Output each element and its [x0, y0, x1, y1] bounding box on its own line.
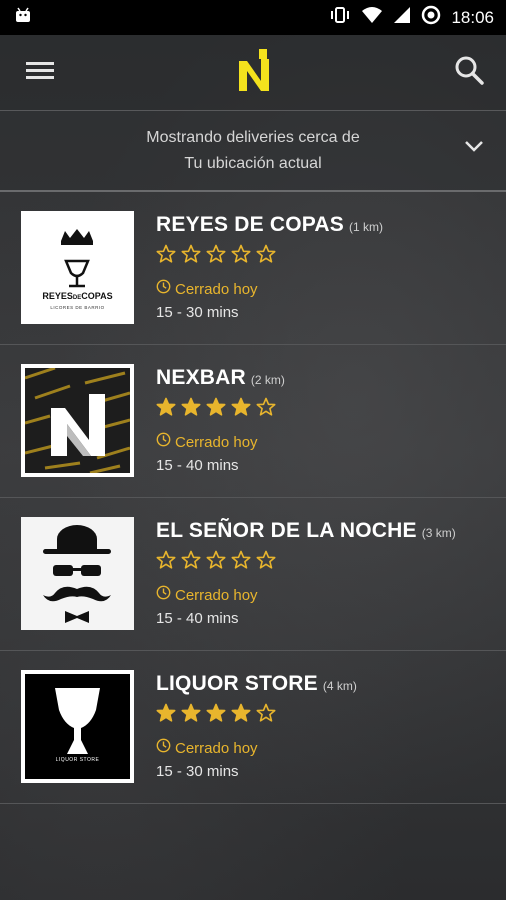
- store-distance: (3 km): [421, 526, 456, 540]
- star-empty-icon: [206, 550, 226, 570]
- star-filled-icon: [206, 397, 226, 417]
- store-name[interactable]: EL SEÑOR DE LA NOCHE: [156, 519, 417, 543]
- star-empty-icon: [181, 550, 201, 570]
- rating-stars: [156, 550, 456, 570]
- reyes-logo-text: REYESDECOPAS: [42, 291, 113, 301]
- star-empty-icon: [256, 397, 276, 417]
- star-empty-icon: [256, 550, 276, 570]
- location-value: Tu ubicación actual: [184, 154, 322, 172]
- store-status: Cerrado hoy: [175, 739, 258, 757]
- store-status: Cerrado hoy: [175, 586, 258, 604]
- store-hours: Cerrado hoy: [156, 279, 383, 299]
- star-empty-icon: [231, 550, 251, 570]
- clock-icon: [156, 279, 171, 299]
- rating-stars: [156, 703, 357, 723]
- store-info: EL SEÑOR DE LA NOCHE (3 km) Cerrado hoy …: [156, 519, 456, 627]
- star-filled-icon: [231, 703, 251, 723]
- star-empty-icon: [156, 244, 176, 264]
- store-info: LIQUOR STORE (4 km) Cerrado hoy 15 - 30 …: [156, 672, 357, 780]
- store-hours: Cerrado hoy: [156, 738, 357, 758]
- clock-icon: [156, 585, 171, 605]
- star-empty-icon: [231, 244, 251, 264]
- star-empty-icon: [256, 244, 276, 264]
- store-info: REYES DE COPAS (1 km) Cerrado hoy 15 - 3…: [156, 213, 383, 321]
- star-filled-icon: [206, 703, 226, 723]
- search-icon[interactable]: [454, 55, 484, 90]
- store-logo-liquor-store: LIQUOR STORE: [21, 670, 134, 783]
- wifi-icon: [361, 6, 383, 29]
- star-filled-icon: [181, 703, 201, 723]
- liquor-logo-subtitle: LIQUOR STORE: [55, 757, 100, 763]
- hamburger-menu-icon[interactable]: [26, 59, 54, 86]
- status-time: 18:06: [451, 7, 494, 27]
- star-empty-icon: [206, 244, 226, 264]
- star-filled-icon: [156, 703, 176, 723]
- store-item[interactable]: LIQUOR STORE LIQUOR STORE (4 km) Cerrado…: [0, 651, 506, 804]
- store-status: Cerrado hoy: [175, 280, 258, 298]
- chevron-down-icon[interactable]: [464, 139, 484, 158]
- store-distance: (2 km): [250, 373, 285, 387]
- delivery-time: 15 - 30 mins: [156, 763, 239, 780]
- store-item[interactable]: EL SEÑOR DE LA NOCHE (3 km) Cerrado hoy …: [0, 498, 506, 651]
- reyes-logo-subtitle: LICORES DE BARRIO: [50, 305, 105, 310]
- sync-icon: [421, 5, 441, 30]
- clock-icon: [156, 738, 171, 758]
- star-empty-icon: [156, 550, 176, 570]
- store-name[interactable]: REYES DE COPAS: [156, 213, 344, 237]
- android-icon: [14, 6, 32, 29]
- store-hours: Cerrado hoy: [156, 432, 285, 452]
- delivery-time: 15 - 40 mins: [156, 457, 239, 474]
- store-distance: (1 km): [348, 220, 383, 234]
- delivery-time: 15 - 30 mins: [156, 304, 239, 321]
- delivery-time: 15 - 40 mins: [156, 610, 239, 627]
- store-logo-nexbar: [21, 364, 134, 477]
- app-logo[interactable]: [237, 47, 271, 98]
- star-filled-icon: [231, 397, 251, 417]
- location-selector[interactable]: Mostrando deliveries cerca de Tu ubicaci…: [0, 111, 506, 192]
- signal-icon: [393, 6, 411, 29]
- store-item[interactable]: NEXBAR (2 km) Cerrado hoy 15 - 40 mins: [0, 345, 506, 498]
- store-name[interactable]: LIQUOR STORE: [156, 672, 318, 696]
- store-item[interactable]: REYESDECOPAS LICORES DE BARRIO REYES DE …: [0, 192, 506, 345]
- store-status: Cerrado hoy: [175, 433, 258, 451]
- store-name[interactable]: NEXBAR: [156, 366, 246, 390]
- star-empty-icon: [181, 244, 201, 264]
- star-filled-icon: [156, 397, 176, 417]
- location-text: Mostrando deliveries cerca de Tu ubicaci…: [146, 125, 359, 177]
- store-hours: Cerrado hoy: [156, 585, 456, 605]
- rating-stars: [156, 397, 285, 417]
- star-empty-icon: [256, 703, 276, 723]
- vibrate-icon: [329, 6, 351, 29]
- rating-stars: [156, 244, 383, 264]
- clock-icon: [156, 432, 171, 452]
- store-list: REYESDECOPAS LICORES DE BARRIO REYES DE …: [0, 192, 506, 804]
- star-filled-icon: [181, 397, 201, 417]
- store-info: NEXBAR (2 km) Cerrado hoy 15 - 40 mins: [156, 366, 285, 474]
- store-logo-reyes-de-copas: REYESDECOPAS LICORES DE BARRIO: [21, 211, 134, 324]
- location-caption: Mostrando deliveries cerca de: [146, 128, 360, 146]
- app-bar: [0, 35, 506, 111]
- store-distance: (4 km): [322, 679, 357, 693]
- status-bar: 18:06: [0, 0, 506, 35]
- store-logo-el-senor-de-la-noche: [21, 517, 134, 630]
